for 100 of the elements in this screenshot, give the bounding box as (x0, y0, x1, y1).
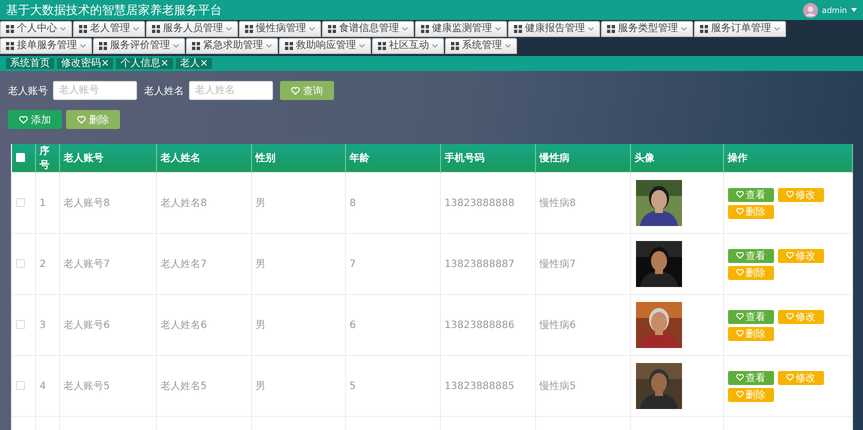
chevron-icon (266, 44, 272, 48)
menu-item[interactable]: 服务人员管理 (146, 21, 238, 37)
page-tab[interactable]: 系统首页 (6, 58, 54, 69)
table-cell: 3 (35, 294, 59, 356)
chevron-icon (432, 44, 438, 48)
row-checkbox[interactable] (16, 259, 25, 268)
table-cell: 13823888885 (440, 356, 535, 416)
menu-item[interactable]: 接单服务管理 (0, 38, 92, 54)
chevron-icon (774, 27, 780, 31)
menu-item[interactable]: 救助响应管理 (279, 38, 371, 54)
table-cell: 老人账号5 (59, 356, 156, 416)
heart-icon (77, 116, 86, 124)
menu-item[interactable]: 健康报告管理 (508, 21, 600, 37)
caret-icon (851, 8, 857, 12)
table-cell: 慢性病7 (535, 234, 630, 294)
table-cell: 慢性病5 (535, 356, 630, 416)
grid-icon (700, 25, 708, 33)
column-header: 老人姓名 (156, 144, 251, 172)
row-checkbox[interactable] (16, 381, 25, 390)
grid-icon (152, 25, 160, 33)
table-cell: 慢性病6 (535, 294, 630, 356)
menu-item[interactable]: 服务评价管理 (93, 38, 185, 54)
page-tab[interactable]: 个人信息× (116, 58, 173, 69)
chevron-icon (173, 44, 179, 48)
field-label: 老人姓名 (144, 84, 184, 98)
chevron-icon (495, 27, 501, 31)
grid-icon (378, 42, 386, 50)
heart-icon (736, 252, 744, 259)
menu-item[interactable]: 个人中心 (0, 21, 72, 37)
table-cell: 老人姓名8 (156, 172, 251, 234)
heart-icon (736, 374, 744, 381)
heart-icon (786, 191, 794, 198)
table-cell: 老人账号7 (59, 234, 156, 294)
column-header: 操作 (723, 144, 852, 172)
column-header: 手机号码 (440, 144, 535, 172)
column-header: 老人账号 (59, 144, 156, 172)
grid-icon (245, 25, 253, 33)
column-header: 年龄 (345, 144, 440, 172)
grid-icon (79, 25, 87, 33)
search-field[interactable]: 老人姓名 (189, 81, 273, 100)
chevron-icon (226, 27, 232, 31)
table-cell: 老人账号6 (59, 294, 156, 356)
search-field[interactable]: 老人账号 (53, 81, 137, 100)
column-header: 性别 (251, 144, 345, 172)
grid-icon (451, 42, 459, 50)
page-tab[interactable]: 老人× (176, 58, 212, 69)
column-header: 头像 (630, 144, 723, 172)
menu-item[interactable]: 老人管理 (73, 21, 145, 37)
menu-item[interactable]: 社区互动 (372, 38, 444, 54)
table-cell: 慢性病8 (535, 172, 630, 234)
chevron-icon (80, 44, 86, 48)
user-menu[interactable]: admin (822, 6, 847, 14)
heart-icon (736, 330, 744, 337)
table-cell: 1 (35, 172, 59, 234)
menu-item[interactable]: 食谱信息管理 (322, 21, 414, 37)
heart-icon (736, 313, 744, 320)
grid-icon (328, 25, 336, 33)
view-button[interactable]: 查看 (728, 370, 774, 384)
table-cell: 4 (35, 356, 59, 416)
view-button[interactable]: 查看 (728, 188, 774, 202)
heart-icon (736, 191, 744, 198)
heart-icon (736, 208, 744, 215)
avatar-icon[interactable] (802, 2, 818, 18)
menu-item[interactable]: 健康监测管理 (415, 21, 507, 37)
add-button[interactable]: 添加 (8, 110, 62, 129)
page-tab[interactable]: 修改密码× (57, 58, 114, 69)
chevron-icon (402, 27, 408, 31)
table-cell: 男 (251, 234, 345, 294)
chevron-icon (588, 27, 594, 31)
grid-icon (99, 42, 107, 50)
table-cell: 13823888888 (440, 172, 535, 234)
row-checkbox[interactable] (16, 198, 25, 208)
table-cell: 老人姓名6 (156, 294, 251, 356)
grid-icon (285, 42, 293, 50)
chevron-icon (60, 27, 66, 31)
view-button[interactable]: 查看 (728, 310, 774, 324)
select-all-checkbox[interactable] (16, 153, 24, 162)
row-checkbox[interactable] (16, 320, 25, 330)
grid-icon (421, 25, 429, 33)
chevron-icon (359, 44, 365, 48)
column-header: 序号 (35, 144, 59, 172)
grid-icon (6, 25, 14, 33)
table-cell: 老人姓名7 (156, 234, 251, 294)
heart-icon (736, 269, 744, 276)
table-cell: 2 (35, 234, 59, 294)
menu-item[interactable]: 紧急求助管理 (186, 38, 278, 54)
menu-item[interactable]: 慢性病管理 (239, 21, 321, 37)
heart-icon (786, 252, 794, 259)
menu-item[interactable]: 服务订单管理 (694, 21, 786, 37)
grid-icon (514, 25, 522, 33)
chevron-icon (681, 27, 687, 31)
heart-icon (19, 116, 28, 124)
table-cell: 7 (345, 234, 440, 294)
menu-item[interactable]: 服务类型管理 (601, 21, 693, 37)
grid-icon (607, 25, 615, 33)
heart-icon (736, 391, 744, 398)
view-button[interactable]: 查看 (728, 248, 774, 262)
menu-item[interactable]: 系统管理 (445, 38, 517, 54)
table-cell: 8 (345, 172, 440, 234)
table-cell: 13823888887 (440, 234, 535, 294)
